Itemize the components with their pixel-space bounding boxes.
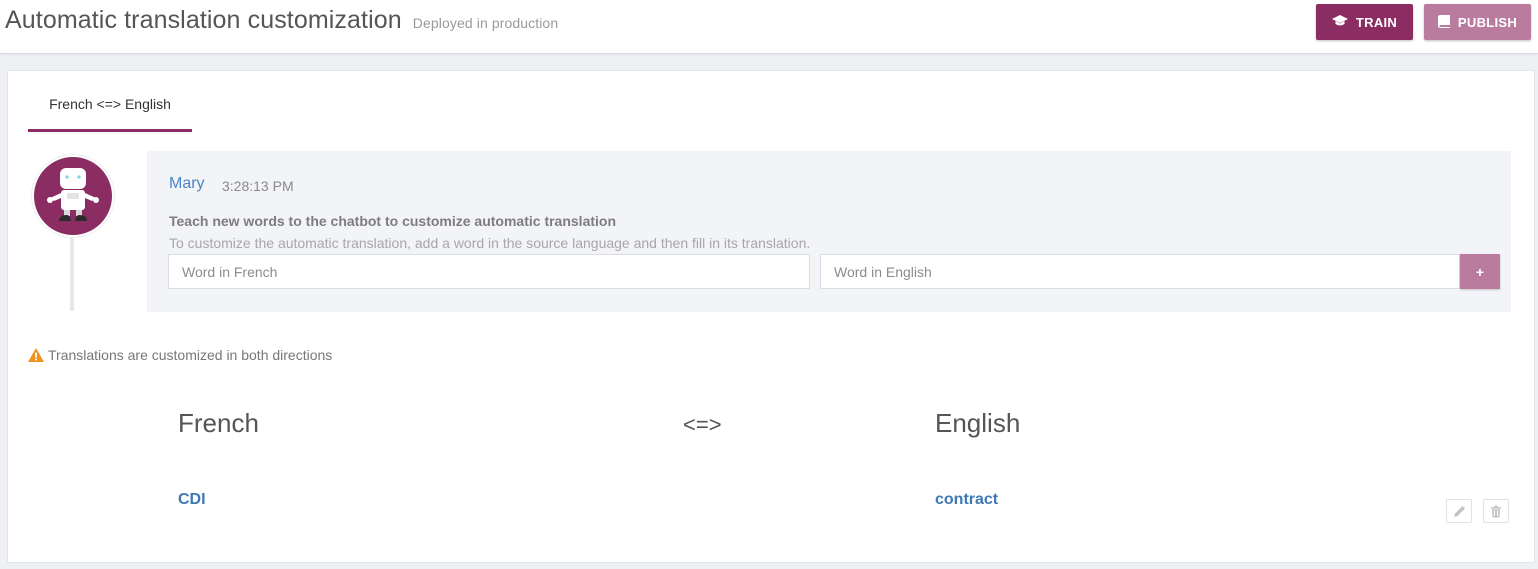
message-description: To customize the automatic translation, … <box>169 235 811 251</box>
book-icon <box>1437 14 1450 30</box>
column-header-english: English <box>935 408 1021 438</box>
robot-icon <box>47 168 99 221</box>
message-time: 3:28:13 PM <box>222 178 294 194</box>
add-translation-button[interactable]: + <box>1460 254 1500 289</box>
tab-label: French <=> English <box>49 96 171 112</box>
page-title-text: Automatic translation customization <box>5 6 402 34</box>
bidirectional-warning: Translations are customized in both dire… <box>28 347 332 363</box>
top-bar: Automatic translation customization Depl… <box>0 0 1538 54</box>
publish-label: PUBLISH <box>1457 14 1518 30</box>
word-english-input[interactable] <box>820 254 1460 289</box>
warning-icon <box>28 348 44 362</box>
message-bubble: Mary 3:28:13 PM Teach new words to the c… <box>147 151 1511 312</box>
column-header-french: French <box>178 408 259 438</box>
translation-card: French <=> English Mary 3:28:13 PM Teach… <box>7 70 1535 563</box>
train-label: TRAIN <box>1355 14 1398 30</box>
tab-french-english[interactable]: French <=> English <box>28 93 192 132</box>
warning-text: Translations are customized in both dire… <box>48 347 333 363</box>
publish-button[interactable]: PUBLISH <box>1424 4 1531 40</box>
row-source-word[interactable]: CDI <box>178 491 206 509</box>
page-title: Automatic translation customization Depl… <box>5 6 558 35</box>
column-header-arrow: <=> <box>683 412 722 437</box>
message-author: Mary <box>169 175 205 192</box>
bot-avatar <box>32 155 114 237</box>
message-title: Teach new words to the chatbot to custom… <box>169 213 617 229</box>
pencil-icon <box>1453 505 1465 517</box>
trash-icon <box>1491 505 1501 517</box>
edit-button[interactable] <box>1446 499 1472 523</box>
delete-button[interactable] <box>1483 499 1509 523</box>
train-button[interactable]: TRAIN <box>1316 4 1413 40</box>
row-target-word[interactable]: contract <box>935 491 998 509</box>
deployment-status: Deployed in production <box>412 15 559 31</box>
graduation-cap-icon <box>1331 15 1348 29</box>
word-french-input[interactable] <box>168 254 810 289</box>
